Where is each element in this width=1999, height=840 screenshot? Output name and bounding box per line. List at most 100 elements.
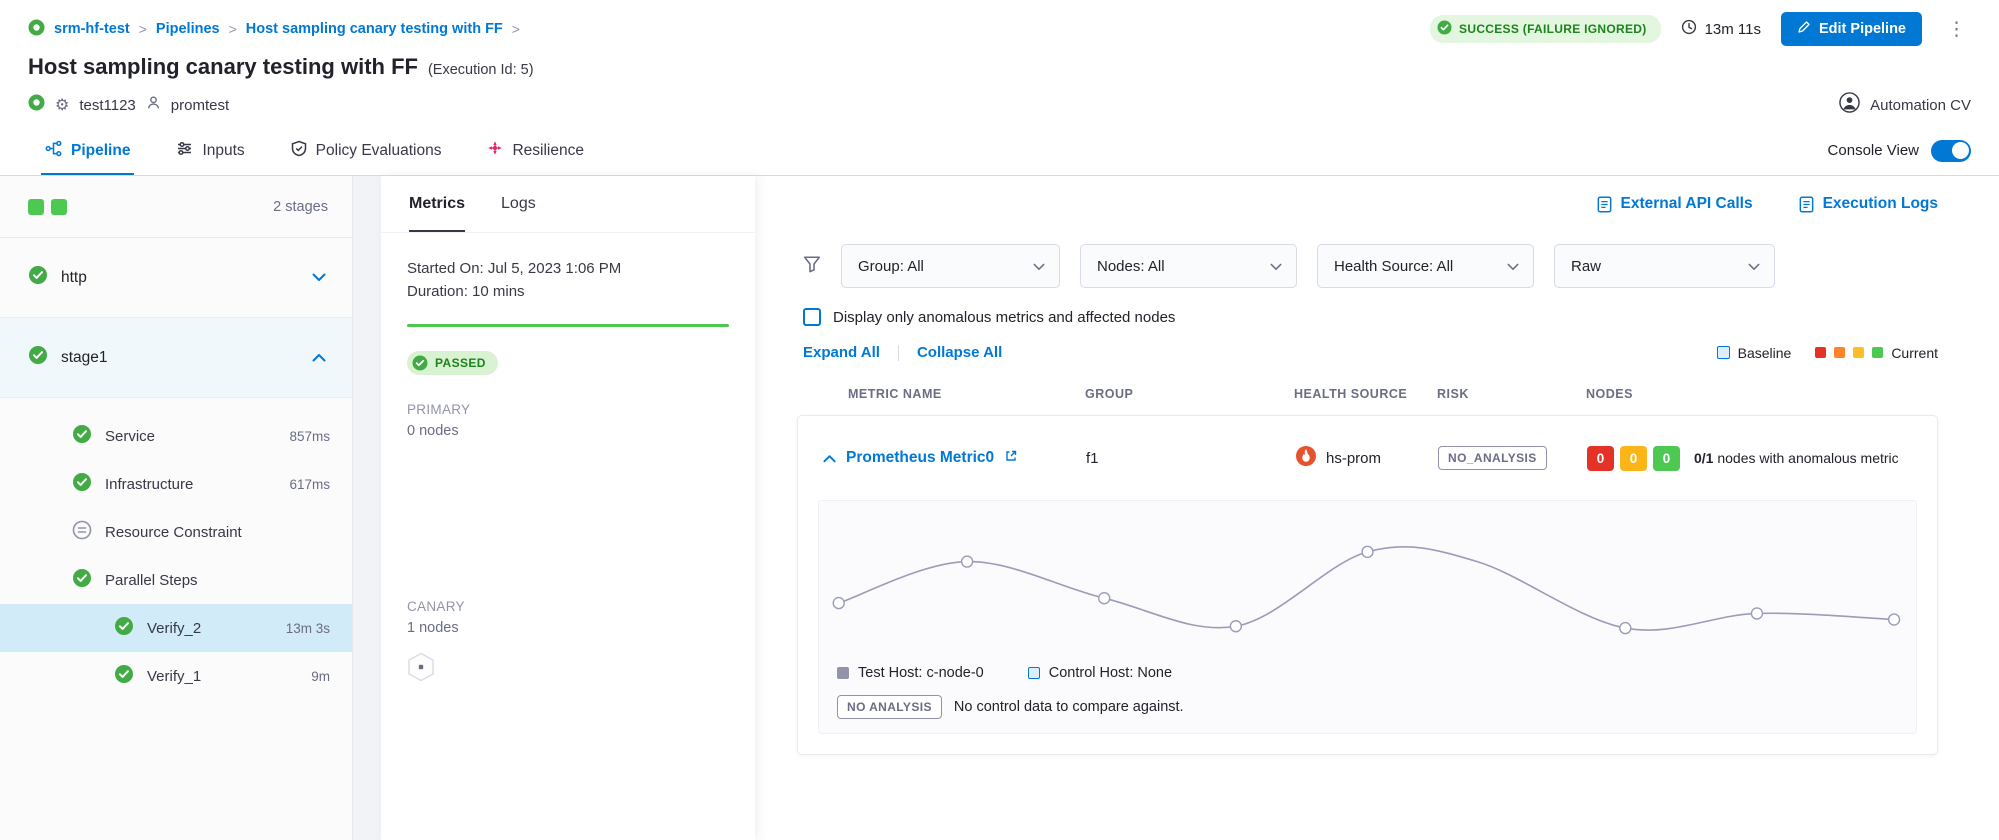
- step-resource-constraint[interactable]: Resource Constraint: [0, 508, 352, 556]
- step-duration: 13m 3s: [286, 621, 330, 636]
- health-source-name: hs-prom: [1326, 450, 1381, 467]
- metric-name-link[interactable]: Prometheus Metric0: [846, 449, 994, 467]
- tab-logs[interactable]: Logs: [501, 176, 536, 232]
- trigger-user-icon: [146, 95, 161, 115]
- step-parallel-steps[interactable]: Parallel Steps: [0, 556, 352, 604]
- node-count-orange: 0: [1620, 446, 1647, 471]
- primary-node-count: 0 nodes: [407, 423, 729, 439]
- risk-badge: NO_ANALYSIS: [1438, 446, 1547, 470]
- chevron-down-icon: [1748, 258, 1760, 275]
- stage-stage1-label: stage1: [61, 349, 108, 367]
- chevron-up-icon[interactable]: [312, 353, 326, 362]
- passed-badge: PASSED: [407, 351, 498, 375]
- stage-square-1[interactable]: [28, 199, 44, 215]
- avatar-icon: [1839, 92, 1860, 118]
- elapsed-text: 13m 11s: [1705, 21, 1761, 38]
- no-analysis-badge: NO ANALYSIS: [837, 695, 942, 719]
- col-group: GROUP: [1085, 387, 1294, 401]
- risk-red-swatch: [1815, 347, 1826, 358]
- pencil-icon: [1797, 20, 1811, 38]
- expand-all-link[interactable]: Expand All: [803, 344, 880, 361]
- edit-pipeline-label: Edit Pipeline: [1819, 21, 1906, 37]
- kebab-menu-icon[interactable]: ⋮: [1942, 18, 1971, 41]
- stage1-steps-list: Service 857ms Infrastructure 617ms Resou…: [0, 398, 352, 700]
- stage-http[interactable]: http: [0, 238, 352, 318]
- chevron-down-icon: [1033, 258, 1045, 275]
- external-api-calls-link[interactable]: External API Calls: [1597, 195, 1753, 213]
- check-icon: [412, 355, 428, 371]
- summary-tabs: Metrics Logs: [381, 176, 755, 232]
- test-host-label: Test Host: c-node-0: [858, 665, 984, 681]
- tab-metrics[interactable]: Metrics: [409, 176, 465, 232]
- collapse-row-chevron-icon[interactable]: [823, 454, 836, 463]
- table-row: Prometheus Metric0 f1 hs-prom NO_ANALYSI…: [798, 416, 1937, 500]
- baseline-label: Baseline: [1738, 345, 1792, 361]
- tab-resilience-label: Resilience: [512, 142, 584, 160]
- elapsed-time: 13m 11s: [1681, 19, 1761, 39]
- step-verify-2[interactable]: Verify_2 13m 3s: [0, 604, 352, 652]
- breadcrumb-pipeline-link[interactable]: Host sampling canary testing with FF: [246, 21, 503, 37]
- baseline-swatch: [1717, 346, 1730, 359]
- divider: [898, 345, 899, 361]
- metric-chart-panel: Test Host: c-node-0 Control Host: None N…: [818, 500, 1917, 734]
- tab-pipeline[interactable]: Pipeline: [45, 126, 130, 175]
- metrics-panel: External API Calls Execution Logs Group:…: [755, 176, 1999, 840]
- success-check-icon: [72, 424, 92, 448]
- metrics-filters: Group: All Nodes: All Health Source: All…: [755, 244, 1999, 288]
- account-user-name: Automation CV: [1870, 97, 1971, 114]
- triggered-by: Automation CV: [1839, 92, 1971, 118]
- step-infrastructure[interactable]: Infrastructure 617ms: [0, 460, 352, 508]
- step-label: Verify_2: [147, 620, 201, 637]
- pipeline-icon: [45, 140, 62, 162]
- clock-icon: [1681, 19, 1697, 39]
- console-view-toggle[interactable]: [1931, 140, 1971, 162]
- group-filter-value: Group: All: [858, 258, 924, 275]
- chevron-down-icon: [1270, 258, 1282, 275]
- edit-pipeline-button[interactable]: Edit Pipeline: [1781, 12, 1922, 46]
- success-check-icon: [72, 472, 92, 496]
- step-service[interactable]: Service 857ms: [0, 412, 352, 460]
- breadcrumb-pipelines-link[interactable]: Pipelines: [156, 21, 220, 37]
- gear-icon: ⚙: [55, 95, 69, 115]
- tab-inputs[interactable]: Inputs: [176, 126, 244, 175]
- tab-resilience[interactable]: Resilience: [487, 126, 584, 175]
- anomalous-only-checkbox[interactable]: [803, 308, 821, 326]
- started-on: Started On: Jul 5, 2023 1:06 PM: [407, 257, 729, 280]
- collapse-all-link[interactable]: Collapse All: [917, 344, 1002, 361]
- canary-node-hexagon[interactable]: [407, 652, 729, 687]
- breadcrumb-project-link[interactable]: srm-hf-test: [54, 21, 130, 37]
- table-header: METRIC NAME GROUP HEALTH SOURCE RISK NOD…: [797, 387, 1938, 401]
- success-check-icon: [72, 568, 92, 592]
- health-source-filter-select[interactable]: Health Source: All: [1317, 244, 1534, 288]
- current-label: Current: [1891, 345, 1938, 361]
- tab-pipeline-label: Pipeline: [71, 142, 130, 160]
- pipeline-execution-page: srm-hf-test > Pipelines > Host sampling …: [0, 0, 1999, 840]
- tab-policy-evaluations[interactable]: Policy Evaluations: [291, 126, 442, 175]
- stage-square-2[interactable]: [51, 199, 67, 215]
- nodes-filter-value: Nodes: All: [1097, 258, 1165, 275]
- data-type-value: Raw: [1571, 258, 1601, 275]
- metrics-table: METRIC NAME GROUP HEALTH SOURCE RISK NOD…: [797, 387, 1938, 755]
- nodes-filter-select[interactable]: Nodes: All: [1080, 244, 1297, 288]
- execution-header: srm-hf-test > Pipelines > Host sampling …: [0, 0, 1999, 126]
- data-type-select[interactable]: Raw: [1554, 244, 1775, 288]
- chevron-down-icon: [1507, 258, 1519, 275]
- external-api-calls-label: External API Calls: [1621, 195, 1753, 213]
- stage-stage1[interactable]: stage1: [0, 318, 352, 398]
- execution-logs-link[interactable]: Execution Logs: [1799, 195, 1938, 213]
- success-check-icon: [114, 616, 134, 640]
- console-view-label: Console View: [1828, 142, 1919, 159]
- breadcrumb-separator: >: [229, 21, 237, 37]
- step-verify-1[interactable]: Verify_1 9m: [0, 652, 352, 700]
- status-badge: SUCCESS (FAILURE IGNORED): [1430, 15, 1661, 43]
- inputs-icon: [176, 140, 193, 162]
- tab-inputs-label: Inputs: [202, 142, 244, 160]
- metric-row-card: Prometheus Metric0 f1 hs-prom NO_ANALYSI…: [797, 415, 1938, 755]
- external-link-icon[interactable]: [1004, 449, 1018, 468]
- risk-green-swatch: [1872, 347, 1883, 358]
- filter-funnel-icon: [803, 255, 821, 278]
- resilience-icon: [487, 140, 503, 161]
- group-filter-select[interactable]: Group: All: [841, 244, 1060, 288]
- shield-check-icon: [291, 140, 307, 162]
- chevron-down-icon[interactable]: [312, 273, 326, 282]
